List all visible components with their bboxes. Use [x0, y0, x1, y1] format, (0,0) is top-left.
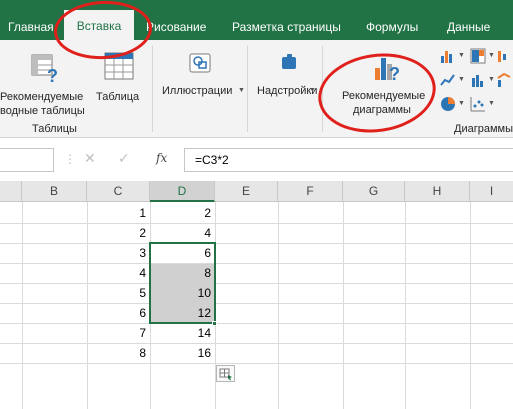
cell-d1[interactable]: 2 [150, 203, 215, 223]
table-label: Таблица [96, 91, 140, 103]
tab-draw[interactable]: Рисование [146, 12, 206, 40]
pivot-table-icon: ? [31, 54, 58, 84]
svg-text:?: ? [47, 66, 58, 84]
tab-page-layout[interactable]: Разметка страницы [232, 12, 341, 40]
column-header-b[interactable]: B [22, 181, 87, 202]
tab-data[interactable]: Данные [447, 12, 490, 40]
hierarchy-chart-icon[interactable] [470, 48, 486, 64]
column-header-h[interactable]: H [405, 181, 470, 202]
tab-formulas[interactable]: Формулы [366, 12, 418, 40]
illustrations-dropdown-icon: ▼ [238, 87, 245, 94]
column-header-i[interactable]: I [470, 181, 513, 202]
illustrations-icon [189, 53, 211, 73]
formula-input[interactable]: =C3*2 [184, 148, 513, 172]
quick-analysis-icon [219, 368, 232, 381]
illustrations-button[interactable]: Иллюстрации ▼ [160, 40, 245, 120]
gridline [0, 323, 513, 324]
charts-group-label: Диаграммы [454, 123, 513, 135]
recommended-pivot-label-1: Рекомендуемые [0, 91, 84, 103]
cancel-entry-icon[interactable]: ✕ [84, 150, 96, 167]
cell-c3[interactable]: 3 [87, 243, 150, 263]
gridline [278, 202, 279, 409]
formula-bar: ⋮ ✕ ✓ fx =C3*2 [0, 146, 513, 176]
tab-home[interactable]: Главная [8, 12, 54, 40]
cell-d2[interactable]: 4 [150, 223, 215, 243]
line-chart-dropdown-icon[interactable]: ▼ [458, 76, 465, 83]
gridline [343, 202, 344, 409]
waterfall-chart-icon[interactable] [497, 48, 511, 64]
confirm-entry-icon[interactable]: ✓ [118, 150, 130, 167]
statistic-chart-dropdown-icon[interactable]: ▼ [488, 76, 495, 83]
combo-chart-icon[interactable] [497, 72, 511, 88]
cell-c2[interactable]: 2 [87, 223, 150, 243]
cell-d6[interactable]: 12 [150, 303, 215, 323]
column-header-c[interactable]: C [87, 181, 150, 202]
gridline [0, 303, 513, 304]
cell-c4[interactable]: 4 [87, 263, 150, 283]
worksheet-grid[interactable]: B C D E F G H I 1 2 3 4 5 6 7 8 2 4 6 8 … [0, 181, 513, 409]
insert-function-icon[interactable]: fx [156, 151, 167, 165]
addins-dropdown-icon: ▼ [309, 87, 316, 94]
cell-c8[interactable]: 8 [87, 343, 150, 363]
gridline [0, 283, 513, 284]
addins-icon [282, 54, 296, 69]
statistic-chart-icon[interactable] [470, 72, 486, 88]
cell-d7[interactable]: 14 [150, 323, 215, 343]
column-header-d[interactable]: D [150, 181, 215, 202]
gridline [0, 363, 513, 364]
quick-analysis-button[interactable] [216, 365, 235, 382]
cell-c7[interactable]: 7 [87, 323, 150, 343]
line-chart-icon[interactable] [440, 72, 456, 88]
recommended-pivot-label-2: водные таблицы [0, 105, 85, 117]
cell-d4[interactable]: 8 [150, 263, 215, 283]
gridline [0, 263, 513, 264]
scatter-chart-dropdown-icon[interactable]: ▼ [488, 100, 495, 107]
pie-chart-icon[interactable] [440, 96, 456, 112]
illustrations-label: Иллюстрации [162, 85, 233, 97]
gridline [0, 243, 513, 244]
cell-d3[interactable]: 6 [150, 243, 215, 263]
gridline [405, 202, 406, 409]
cell-c5[interactable]: 5 [87, 283, 150, 303]
tables-group-label: Таблицы [32, 123, 77, 135]
addins-button[interactable]: Надстройки ▼ [253, 40, 317, 120]
cell-c1[interactable]: 1 [87, 203, 150, 223]
gridline [470, 202, 471, 409]
name-box[interactable] [0, 148, 54, 172]
column-header-a[interactable] [0, 181, 22, 202]
column-header-e[interactable]: E [215, 181, 278, 202]
column-chart-icon[interactable] [440, 48, 456, 64]
pie-chart-dropdown-icon[interactable]: ▼ [458, 100, 465, 107]
formula-bar-grip-icon: ⋮ [64, 152, 76, 166]
cell-c6[interactable]: 6 [87, 303, 150, 323]
hierarchy-chart-dropdown-icon[interactable]: ▼ [488, 52, 495, 59]
column-header-g[interactable]: G [343, 181, 405, 202]
gridline [22, 202, 23, 409]
group-divider [247, 46, 248, 132]
gridline [0, 343, 513, 344]
group-divider [152, 46, 153, 132]
gridline [0, 223, 513, 224]
scatter-chart-icon[interactable] [470, 96, 486, 112]
cell-d5[interactable]: 10 [150, 283, 215, 303]
cell-d8[interactable]: 16 [150, 343, 215, 363]
column-chart-dropdown-icon[interactable]: ▼ [458, 52, 465, 59]
column-header-f[interactable]: F [278, 181, 343, 202]
